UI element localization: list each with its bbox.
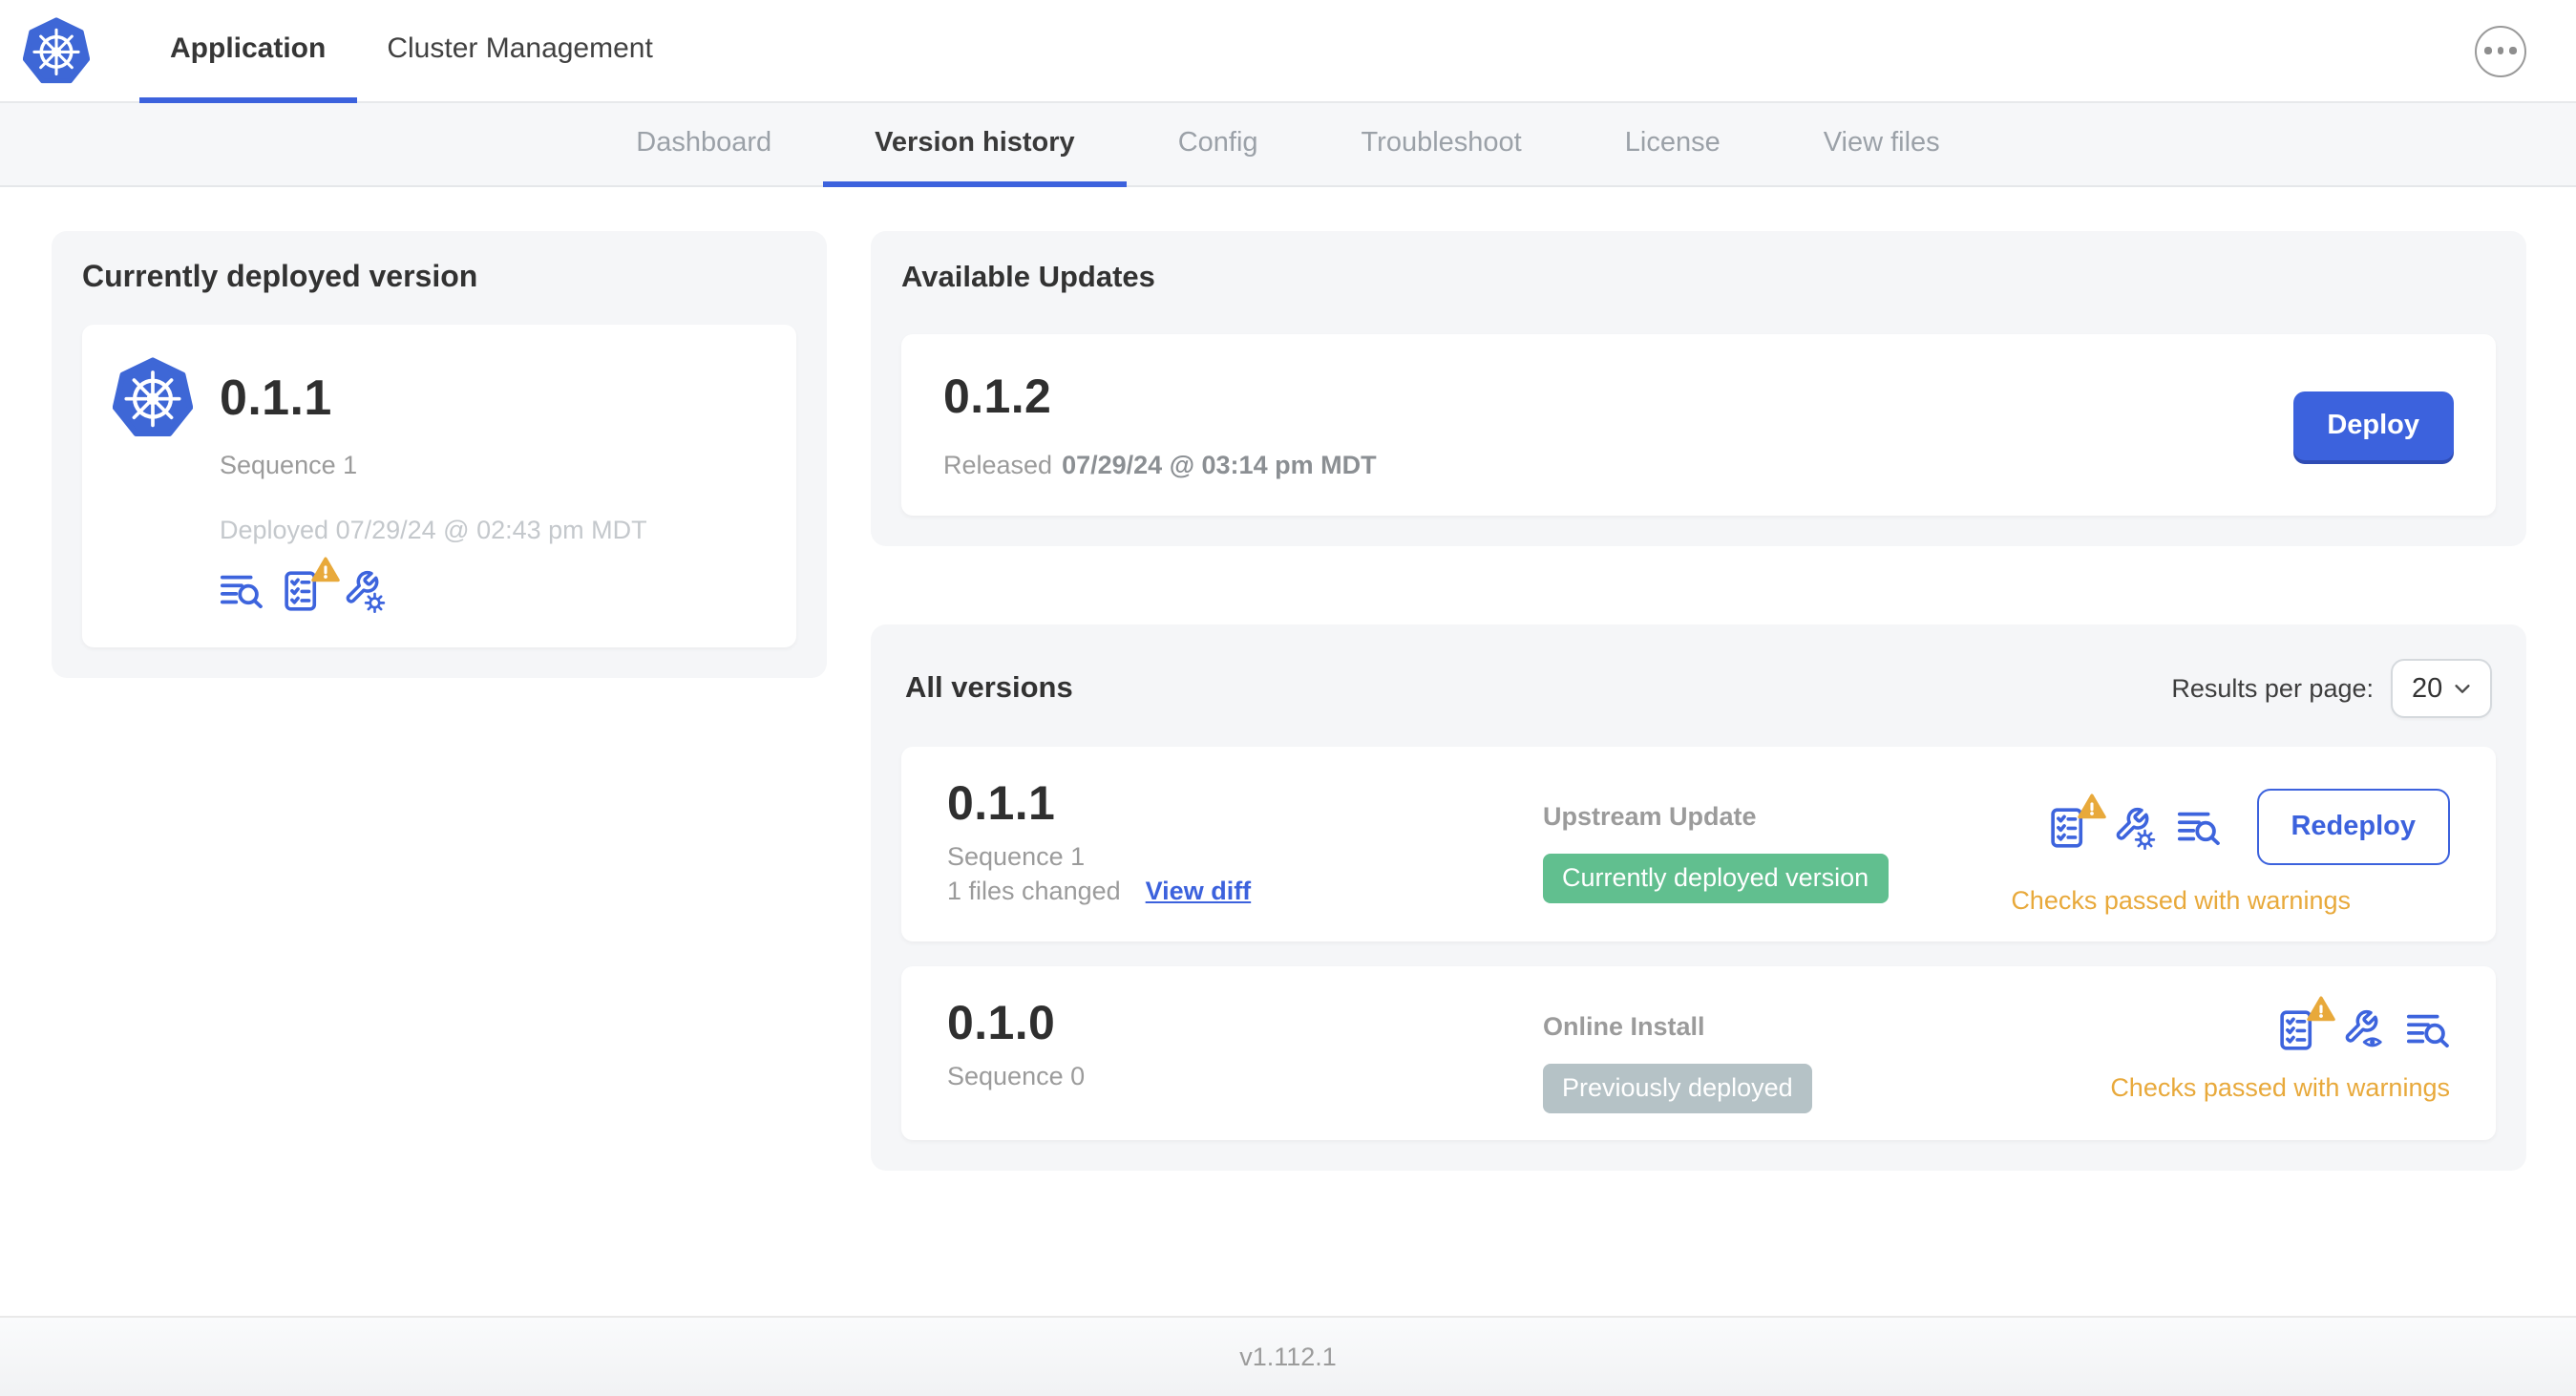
version-number: 0.1.0	[947, 997, 1056, 1050]
kubernetes-logo	[0, 0, 116, 101]
version-row-0-1-1: 0.1.1 Sequence 1 1 files changed View di…	[901, 747, 2496, 941]
tab-version-history[interactable]: Version history	[823, 103, 1127, 187]
results-per-page-select[interactable]: 20	[2391, 659, 2492, 718]
currently-deployed-card: 0.1.1 Sequence 1 Deployed 07/29/24 @ 02:…	[82, 325, 796, 647]
diff-icon[interactable]	[220, 569, 264, 613]
tab-troubleshoot[interactable]: Troubleshoot	[1310, 103, 1573, 187]
view-config-icon[interactable]	[2341, 1008, 2385, 1052]
preflight-checks-icon[interactable]	[281, 557, 340, 613]
version-row-0-1-0: 0.1.0 Sequence 0 Online Install Previous…	[901, 966, 2496, 1141]
version-source-label: Upstream Update	[1543, 802, 1757, 831]
all-versions-title: All versions	[905, 671, 1073, 704]
previously-deployed-badge: Previously deployed	[1543, 1064, 1812, 1114]
version-sequence: Sequence 1	[947, 842, 1086, 871]
preflight-checks-icon[interactable]	[2046, 793, 2106, 849]
results-per-page-label: Results per page:	[2171, 674, 2374, 703]
preflight-status-text[interactable]: Checks passed with warnings	[2110, 1073, 2450, 1102]
main-content: Currently deployed version 0.1.1 Sequenc…	[0, 187, 2576, 1172]
tab-application[interactable]: Application	[139, 0, 357, 103]
warning-icon	[2077, 793, 2106, 818]
ellipsis-menu-button[interactable]	[2475, 25, 2526, 76]
tab-config[interactable]: Config	[1127, 103, 1310, 187]
deploy-button[interactable]: Deploy	[2292, 391, 2454, 459]
all-versions-panel: All versions Results per page: 20 0.1.1 …	[871, 624, 2526, 1172]
currently-deployed-panel: Currently deployed version 0.1.1 Sequenc…	[52, 231, 827, 678]
tab-license[interactable]: License	[1573, 103, 1772, 187]
available-updates-panel: Available Updates 0.1.2 Released 07/29/24…	[871, 231, 2526, 546]
preflight-status-text[interactable]: Checks passed with warnings	[2011, 886, 2351, 915]
deployed-version-number: 0.1.1	[220, 368, 332, 425]
version-sequence: Sequence 0	[947, 1062, 1086, 1090]
warning-icon	[2307, 996, 2335, 1022]
console-version: v1.112.1	[1239, 1343, 1337, 1371]
version-source-label: Online Install	[1543, 1012, 1705, 1041]
deployed-timestamp: Deployed 07/29/24 @ 02:43 pm MDT	[220, 516, 647, 544]
ellipsis-icon	[2482, 47, 2519, 54]
deployed-sequence: Sequence 1	[220, 451, 358, 479]
update-released-timestamp: Released 07/29/24 @ 03:14 pm MDT	[943, 451, 1377, 479]
chevron-down-icon	[2455, 685, 2470, 693]
currently-deployed-badge: Currently deployed version	[1543, 854, 1889, 904]
app-subnav: Dashboard Version history Config Trouble…	[0, 103, 2576, 187]
tab-view-files[interactable]: View files	[1772, 103, 1992, 187]
config-icon[interactable]	[342, 569, 386, 613]
preflight-checks-icon[interactable]	[2276, 996, 2335, 1052]
diff-icon[interactable]	[2406, 1008, 2450, 1052]
admin-console-page: Application Cluster Management Dashboard…	[0, 0, 2576, 1396]
warning-icon	[311, 557, 340, 582]
redeploy-button[interactable]: Redeploy	[2256, 789, 2450, 865]
available-update-row: 0.1.2 Released 07/29/24 @ 03:14 pm MDT De…	[901, 334, 2496, 516]
tab-cluster-management[interactable]: Cluster Management	[356, 0, 683, 103]
view-diff-link[interactable]: View diff	[1146, 877, 1252, 905]
files-changed-label: 1 files changed	[947, 877, 1121, 905]
tab-dashboard[interactable]: Dashboard	[584, 103, 823, 187]
config-icon[interactable]	[2111, 805, 2155, 849]
available-updates-title: Available Updates	[901, 262, 1155, 294]
page-footer: v1.112.1	[0, 1316, 2576, 1396]
app-icon-kubernetes	[113, 357, 193, 437]
update-version-number: 0.1.2	[943, 370, 1052, 424]
app-level-tabs: Application Cluster Management	[139, 0, 684, 103]
diff-icon[interactable]	[2176, 805, 2220, 849]
version-number: 0.1.1	[947, 777, 1056, 831]
currently-deployed-title: Currently deployed version	[82, 262, 478, 294]
top-header: Application Cluster Management	[0, 0, 2576, 103]
